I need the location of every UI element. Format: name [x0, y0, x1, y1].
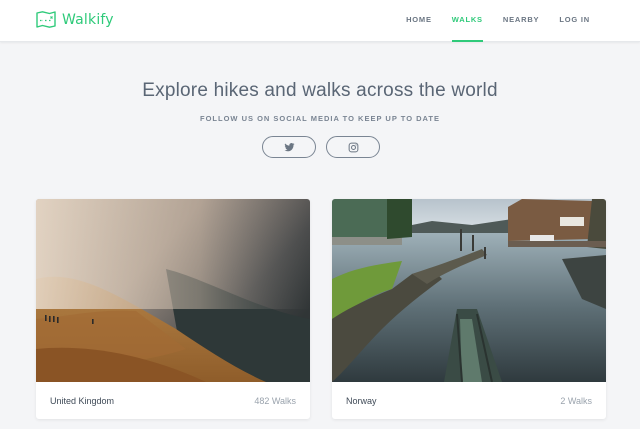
destination-card-norway[interactable]: Norway 2 Walks [332, 199, 606, 419]
destination-card-united-kingdom[interactable]: United Kingdom 482 Walks [36, 199, 310, 419]
instagram-icon [348, 142, 358, 152]
fjord-harbour-photo [332, 199, 606, 382]
map-icon [36, 11, 56, 28]
twitter-icon [283, 142, 295, 151]
misty-hillside-photo [36, 199, 310, 382]
nav-login[interactable]: LOG IN [549, 0, 600, 42]
card-country: Norway [346, 395, 377, 406]
twitter-button[interactable] [262, 136, 316, 158]
social-links [262, 136, 380, 158]
page-title: Explore hikes and walks across the world [142, 80, 498, 101]
nav-walks[interactable]: WALKS [442, 0, 493, 42]
instagram-button[interactable] [326, 136, 380, 158]
top-navbar: Walkify HOME WALKS NEARBY LOG IN [0, 0, 640, 42]
card-walk-count: 2 Walks [560, 395, 592, 406]
nav-home[interactable]: HOME [396, 0, 442, 42]
card-walk-count: 482 Walks [254, 395, 296, 406]
card-footer: Norway 2 Walks [332, 382, 606, 419]
nav-nearby[interactable]: NEARBY [493, 0, 549, 42]
main-nav: HOME WALKS NEARBY LOG IN [396, 0, 600, 42]
page-subtitle: FOLLOW US ON SOCIAL MEDIA TO KEEP UP TO … [200, 114, 440, 123]
brand-logo[interactable]: Walkify [36, 11, 114, 28]
card-country: United Kingdom [50, 395, 115, 406]
brand-name: Walkify [62, 11, 114, 28]
card-footer: United Kingdom 482 Walks [36, 382, 310, 419]
